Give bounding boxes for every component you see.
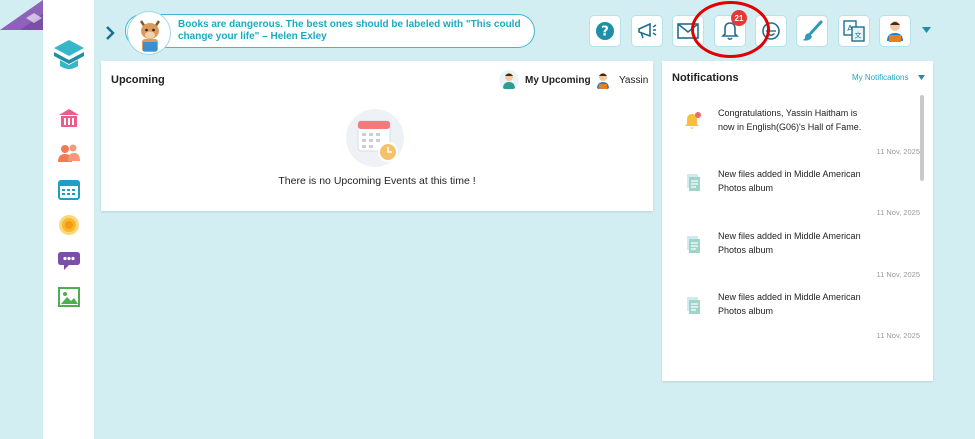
corner-ribbon	[0, 0, 43, 30]
theme-button[interactable]	[796, 15, 828, 47]
users-icon[interactable]	[57, 142, 81, 164]
my-upcoming-avatar	[499, 70, 519, 90]
user-avatar	[593, 70, 613, 90]
upcoming-panel: Upcoming My Upcoming Yassin There is no …	[101, 61, 653, 211]
notification-date: 11 Nov, 2025	[876, 147, 920, 156]
account-menu-caret-icon[interactable]	[922, 27, 931, 33]
file-icon	[687, 236, 700, 253]
notifications-panel: Notifications My Notifications Congratul…	[662, 61, 933, 381]
notification-text: New files added in Middle American Photo…	[718, 231, 861, 255]
notification-item[interactable]: New files added in Middle American Photo…	[662, 224, 924, 284]
image-icon[interactable]	[57, 286, 81, 308]
notification-text: Congratulations, Yassin Haitham is now i…	[718, 108, 862, 132]
my-upcoming-filter[interactable]: My Upcoming	[499, 70, 591, 90]
quote-text: Books are dangerous. The best ones shoul…	[178, 19, 521, 42]
upcoming-title: Upcoming	[111, 74, 165, 86]
notification-item[interactable]: New files added in Middle American Photo…	[662, 285, 924, 345]
announcements-button[interactable]	[631, 15, 663, 47]
translate-icon: A文	[843, 20, 865, 42]
target-icon[interactable]	[57, 214, 81, 236]
user-upcoming-label: Yassin	[619, 74, 649, 86]
sidebar	[43, 0, 94, 439]
file-icon	[687, 174, 700, 191]
notification-item[interactable]: New files added in Middle American Photo…	[662, 162, 924, 222]
notification-date: 11 Nov, 2025	[876, 331, 920, 340]
quote-banner: Books are dangerous. The best ones shoul…	[125, 11, 535, 55]
notification-date: 11 Nov, 2025	[876, 270, 920, 279]
notification-text: New files added in Middle American Photo…	[718, 292, 861, 316]
empty-calendar-icon	[346, 109, 404, 167]
svg-text:?: ?	[601, 25, 609, 40]
school-icon[interactable]	[57, 107, 81, 129]
my-notifications-dropdown[interactable]: My Notifications	[852, 73, 908, 82]
bell-alert-icon	[685, 112, 701, 129]
svg-text:A: A	[847, 24, 853, 33]
app-logo-icon[interactable]	[52, 38, 86, 74]
notification-text: New files added in Middle American Photo…	[718, 169, 861, 193]
highlight-annotation-ring	[691, 1, 770, 58]
svg-text:文: 文	[855, 31, 862, 40]
profile-button[interactable]	[879, 15, 911, 47]
paint-brush-icon	[802, 20, 823, 41]
help-icon: ?	[596, 22, 614, 40]
notification-item[interactable]: Congratulations, Yassin Haitham is now i…	[662, 101, 924, 161]
calendar-icon[interactable]	[57, 178, 81, 200]
megaphone-icon	[638, 22, 657, 39]
chat-icon[interactable]	[57, 250, 81, 272]
mascot-avatar	[127, 11, 171, 55]
notifications-dropdown-caret-icon[interactable]	[918, 75, 925, 80]
user-upcoming-filter[interactable]: Yassin	[593, 70, 648, 90]
language-button[interactable]: A文	[838, 15, 870, 47]
help-button[interactable]: ?	[589, 15, 621, 47]
notification-date: 11 Nov, 2025	[876, 208, 920, 217]
notifications-title: Notifications	[672, 72, 739, 84]
empty-upcoming-message: There is no Upcoming Events at this time…	[278, 175, 476, 187]
profile-icon	[887, 21, 903, 42]
sidebar-toggle-chevron-icon[interactable]	[104, 24, 116, 42]
my-upcoming-label: My Upcoming	[525, 74, 591, 86]
file-icon	[687, 297, 700, 314]
